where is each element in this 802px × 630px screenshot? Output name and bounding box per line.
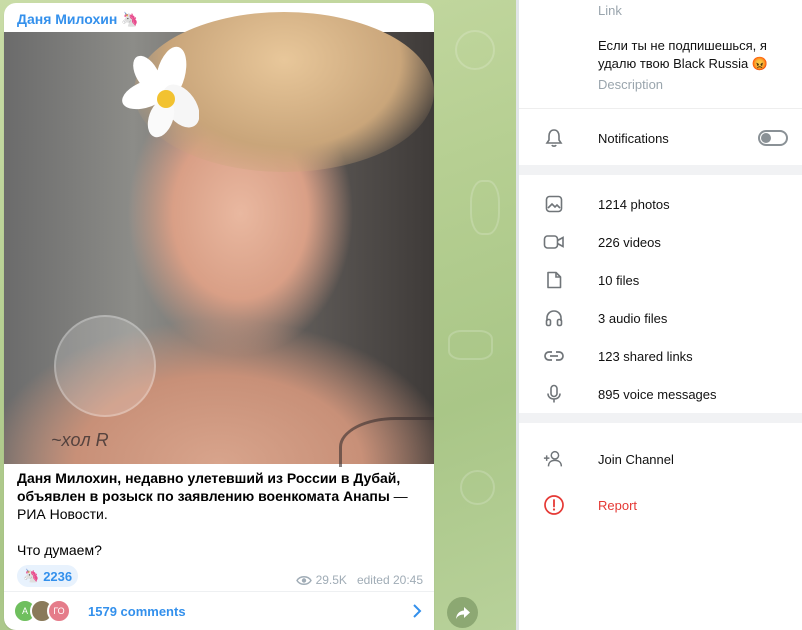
media-label: 226 videos: [598, 234, 661, 250]
media-section: 1214 photos 226 videos 10 files 3 audio …: [519, 175, 802, 413]
post-text-bold: Даня Милохин, недавно улетевший из Росси…: [17, 470, 401, 504]
reaction-count: 2236: [43, 568, 73, 584]
description-label: Description: [598, 77, 664, 92]
avatar: ГО: [47, 599, 71, 623]
photo-icon: [543, 193, 565, 215]
media-label: 3 audio files: [598, 310, 668, 326]
media-label: 123 shared links: [598, 348, 693, 364]
post-question: Что думаем?: [17, 542, 102, 558]
edited-time: edited 20:45: [356, 573, 423, 587]
channel-info-panel: Link Если ты не подпишешься, я удалю тво…: [519, 0, 802, 630]
background-doodle: [460, 470, 495, 505]
commenter-avatars: A ГО: [13, 599, 71, 623]
toggle-knob: [761, 133, 771, 143]
comments-count: 1579 comments: [88, 603, 186, 619]
background-doodle: [470, 180, 500, 235]
view-count: 29.5K: [315, 573, 347, 587]
post-text: Даня Милохин, недавно улетевший из Росси…: [17, 469, 422, 559]
join-channel-label: Join Channel: [598, 451, 674, 467]
share-button[interactable]: [447, 597, 478, 628]
video-icon: [543, 231, 565, 253]
post-photo[interactable]: ~xoл R: [4, 12, 434, 467]
report-button[interactable]: Report: [519, 486, 802, 524]
tattoo-text: ~xoл R: [51, 430, 109, 450]
divider: [519, 108, 802, 109]
media-row-files[interactable]: 10 files: [519, 261, 802, 299]
media-label: 1214 photos: [598, 196, 670, 212]
background-doodle: [448, 330, 493, 360]
notifications-toggle[interactable]: [758, 130, 788, 146]
tattoo-drawing: [339, 417, 434, 467]
media-row-photos[interactable]: 1214 photos: [519, 185, 802, 223]
post-meta: 29.5K edited 20:45: [295, 573, 423, 587]
unicorn-emoji: 🦄: [121, 11, 139, 27]
chevron-right-icon: [412, 602, 422, 623]
notifications-label: Notifications: [598, 130, 669, 146]
media-row-voice[interactable]: 895 voice messages: [519, 375, 802, 413]
flower-decoration: [122, 46, 199, 138]
headphones-icon: [543, 307, 565, 329]
warning-icon: [543, 494, 565, 516]
channel-description: Если ты не подпишешься, я удалю твою Bla…: [598, 38, 769, 71]
media-row-links[interactable]: 123 shared links: [519, 337, 802, 375]
channel-name[interactable]: Даня Милохин: [17, 11, 117, 27]
media-label: 10 files: [598, 272, 640, 288]
microphone-icon: [543, 383, 565, 405]
notifications-row[interactable]: Notifications: [519, 119, 802, 157]
watermark-logo: [54, 315, 156, 417]
share-arrow-icon: [455, 606, 470, 619]
report-label: Report: [598, 497, 638, 513]
add-user-icon: [543, 448, 565, 470]
actions-section: Join Channel Report: [519, 423, 802, 630]
unicorn-reaction-icon: 🦄: [23, 568, 40, 583]
media-label: 895 voice messages: [598, 386, 717, 402]
eye-icon: [295, 575, 312, 585]
file-icon: [543, 269, 565, 291]
channel-post: Даня Милохин 🦄 ~xoл R Даня Милохин, неда…: [4, 3, 434, 630]
join-channel-button[interactable]: Join Channel: [519, 440, 802, 478]
reaction-button[interactable]: 🦄 2236: [17, 565, 78, 587]
link-label: Link: [598, 3, 622, 18]
media-row-audio[interactable]: 3 audio files: [519, 299, 802, 337]
background-doodle: [455, 30, 495, 70]
link-icon: [543, 345, 565, 367]
comments-button[interactable]: A ГО 1579 comments: [4, 591, 434, 630]
info-section: Link Если ты не подпишешься, я удалю тво…: [519, 0, 802, 165]
bell-icon: [543, 127, 565, 149]
media-row-videos[interactable]: 226 videos: [519, 223, 802, 261]
